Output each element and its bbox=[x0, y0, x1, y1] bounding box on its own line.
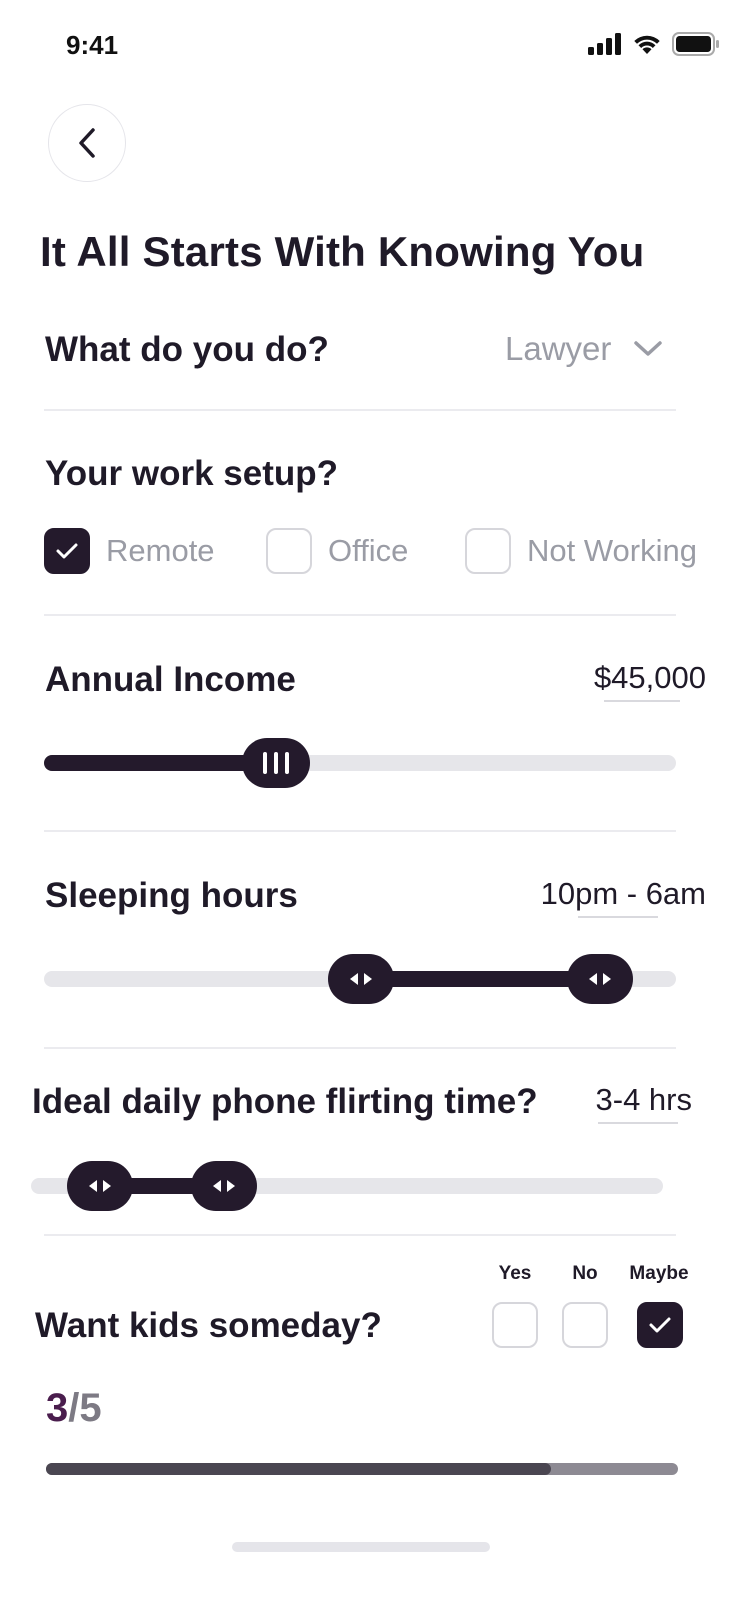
kids-no-label: No bbox=[572, 1263, 598, 1284]
left-right-arrows-icon bbox=[350, 973, 372, 985]
kids-maybe-checkbox[interactable] bbox=[637, 1302, 683, 1348]
sleep-start-thumb[interactable] bbox=[328, 954, 394, 1004]
flirting-end-thumb[interactable] bbox=[191, 1161, 257, 1211]
divider bbox=[44, 1234, 676, 1236]
not-working-checkbox[interactable] bbox=[465, 528, 511, 574]
left-right-arrows-icon bbox=[213, 1180, 235, 1192]
sleep-end-thumb[interactable] bbox=[567, 954, 633, 1004]
flirting-label: Ideal daily phone flirting time? bbox=[32, 1082, 538, 1121]
checkmark-icon bbox=[649, 1317, 671, 1333]
work-option-not-working[interactable]: Not Working bbox=[465, 528, 697, 574]
status-time: 9:41 bbox=[66, 30, 119, 60]
income-slider-thumb[interactable] bbox=[242, 738, 310, 788]
kids-label: Want kids someday? bbox=[35, 1306, 382, 1345]
income-label: Annual Income bbox=[45, 660, 296, 699]
step-total: 5 bbox=[79, 1386, 102, 1430]
step-counter: 3/5 bbox=[46, 1386, 102, 1431]
flirting-start-thumb[interactable] bbox=[67, 1161, 133, 1211]
battery-icon bbox=[672, 32, 719, 56]
work-setup-label: Your work setup? bbox=[45, 454, 338, 493]
left-right-arrows-icon bbox=[589, 973, 611, 985]
kids-maybe-label: Maybe bbox=[629, 1263, 689, 1284]
cellular-signal-icon bbox=[588, 33, 621, 55]
income-value: $45,000 bbox=[593, 660, 706, 695]
kids-yes-checkbox[interactable] bbox=[492, 1302, 538, 1348]
income-value-underline bbox=[604, 700, 680, 702]
office-checkbox[interactable] bbox=[266, 528, 312, 574]
grip-lines-icon bbox=[263, 752, 289, 774]
chevron-down-icon bbox=[634, 341, 663, 356]
step-separator: / bbox=[68, 1386, 80, 1430]
office-label: Office bbox=[328, 533, 409, 568]
wifi-icon bbox=[634, 35, 660, 54]
divider bbox=[44, 1047, 676, 1049]
kids-yes-label: Yes bbox=[498, 1263, 532, 1284]
kids-no-checkbox[interactable] bbox=[562, 1302, 608, 1348]
step-current: 3 bbox=[46, 1386, 69, 1430]
step-progress-fill bbox=[46, 1463, 551, 1475]
status-icons bbox=[588, 32, 720, 56]
occupation-select[interactable]: Lawyer bbox=[505, 330, 663, 368]
left-right-arrows-icon bbox=[89, 1180, 111, 1192]
remote-label: Remote bbox=[106, 533, 215, 568]
occupation-value: Lawyer bbox=[505, 330, 612, 367]
flirting-value: 3-4 hrs bbox=[595, 1082, 692, 1117]
flirting-value-underline bbox=[598, 1122, 678, 1124]
sleep-value: 10pm - 6am bbox=[540, 876, 706, 911]
not-working-label: Not Working bbox=[527, 533, 697, 568]
home-indicator[interactable] bbox=[232, 1542, 490, 1552]
divider bbox=[44, 830, 676, 832]
chevron-left-icon bbox=[79, 128, 95, 158]
sleep-label: Sleeping hours bbox=[45, 876, 298, 915]
page-title: It All Starts With Knowing You bbox=[40, 228, 645, 275]
back-button[interactable] bbox=[48, 104, 126, 182]
work-option-office[interactable]: Office bbox=[266, 528, 408, 574]
remote-checkbox[interactable] bbox=[44, 528, 90, 574]
sleep-slider-fill bbox=[362, 971, 600, 987]
work-option-remote[interactable]: Remote bbox=[44, 528, 215, 574]
occupation-label: What do you do? bbox=[45, 330, 329, 369]
divider bbox=[44, 614, 676, 616]
divider bbox=[44, 409, 676, 411]
sleep-value-underline bbox=[578, 916, 658, 918]
checkmark-icon bbox=[56, 543, 78, 559]
